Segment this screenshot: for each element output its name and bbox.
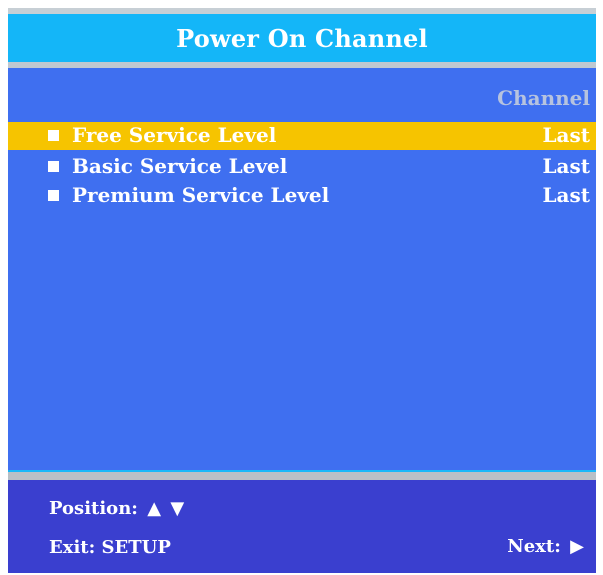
footer-divider <box>8 470 596 480</box>
help-footer: Position: ▲ ▼ Exit: SETUP Next: ▶ <box>8 480 596 573</box>
page-title: Power On Channel <box>176 23 428 53</box>
title-bar: Power On Channel <box>8 14 596 62</box>
up-arrow-icon: ▲ <box>147 498 162 519</box>
square-bullet-icon <box>48 190 59 201</box>
service-level-label: Basic Service Level <box>72 154 288 178</box>
next-help: Next: ▶ <box>507 536 584 558</box>
exit-value: SETUP <box>101 537 171 558</box>
channel-value: Last <box>542 123 590 147</box>
channel-value: Last <box>542 183 590 207</box>
down-arrow-icon: ▼ <box>170 498 185 519</box>
square-bullet-icon <box>48 161 59 172</box>
service-level-row-premium[interactable]: Premium Service Level Last <box>8 182 596 210</box>
exit-help: Exit: SETUP <box>49 537 171 559</box>
square-bullet-icon <box>48 130 59 141</box>
service-level-label: Premium Service Level <box>72 183 330 207</box>
right-arrow-icon: ▶ <box>570 536 584 557</box>
power-on-channel-screen: Power On Channel Channel Free Service Le… <box>8 8 596 573</box>
exit-label: Exit: <box>49 537 96 558</box>
service-level-row-basic[interactable]: Basic Service Level Last <box>8 153 596 181</box>
position-label: Position: <box>49 498 138 519</box>
channel-value: Last <box>542 154 590 178</box>
service-level-label: Free Service Level <box>72 123 277 147</box>
channel-column-header: Channel <box>497 86 590 110</box>
next-label: Next: <box>507 536 561 557</box>
main-content: Channel Free Service Level Last Basic Se… <box>8 68 596 470</box>
position-help: Position: ▲ ▼ <box>49 498 184 520</box>
service-level-row-free[interactable]: Free Service Level Last <box>8 122 596 150</box>
